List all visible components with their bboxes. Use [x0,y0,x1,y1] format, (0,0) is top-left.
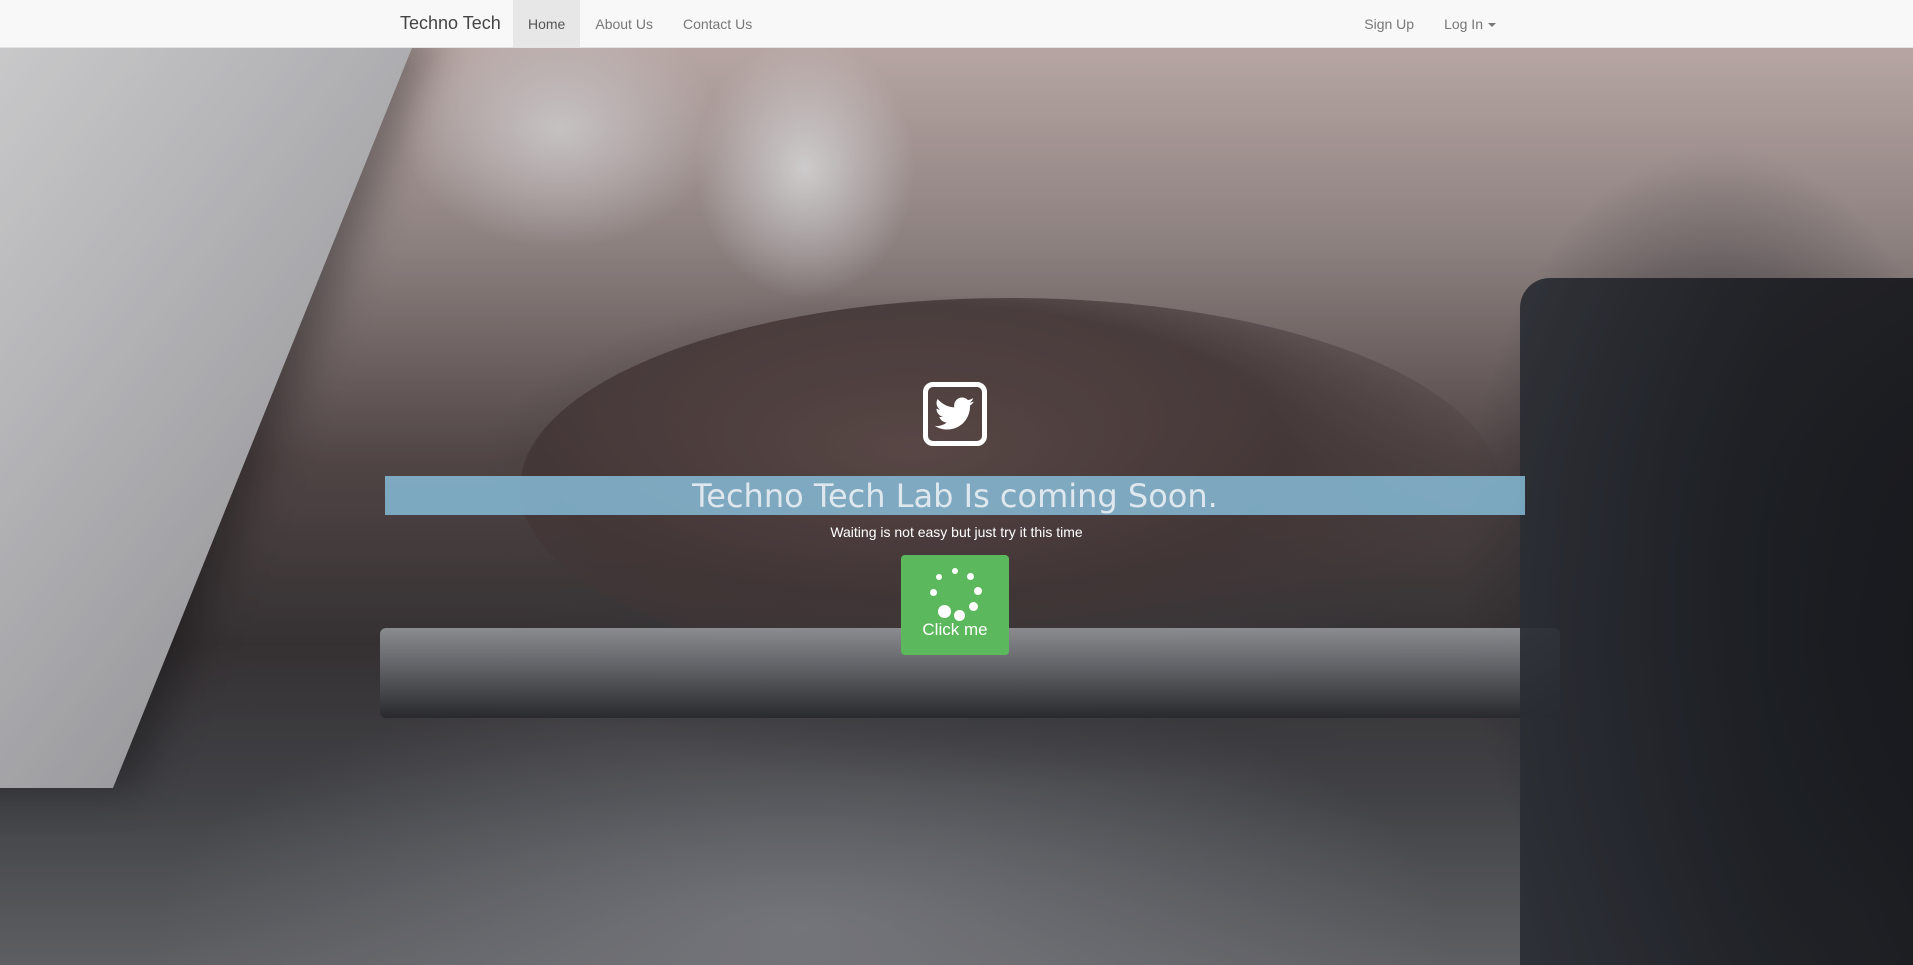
brand-link[interactable]: Techno Tech [385,0,516,47]
account-nav: Sign Up Log In [1349,0,1511,47]
nav-contact-us[interactable]: Contact Us [668,0,767,47]
navbar: Techno Tech Home About Us Contact Us Sig… [0,0,1913,48]
click-me-button[interactable]: Click me [901,555,1009,655]
nav-log-in-dropdown[interactable]: Log In [1429,0,1511,47]
twitter-bird-glyph [935,397,975,430]
nav-about-us[interactable]: About Us [580,0,668,47]
page-title: Techno Tech Lab Is coming Soon. [692,476,1218,515]
twitter-icon[interactable] [923,382,987,446]
nav-sign-up[interactable]: Sign Up [1349,0,1429,47]
caret-down-icon [1488,22,1496,27]
headline-bar: Techno Tech Lab Is coming Soon. [385,476,1525,515]
primary-nav: Home About Us Contact Us [513,0,767,47]
nav-home[interactable]: Home [513,0,581,47]
hero-subtext: Waiting is not easy but just try it this… [830,524,1083,540]
nav-log-in-label: Log In [1444,15,1483,32]
spinner-icon [927,568,983,624]
